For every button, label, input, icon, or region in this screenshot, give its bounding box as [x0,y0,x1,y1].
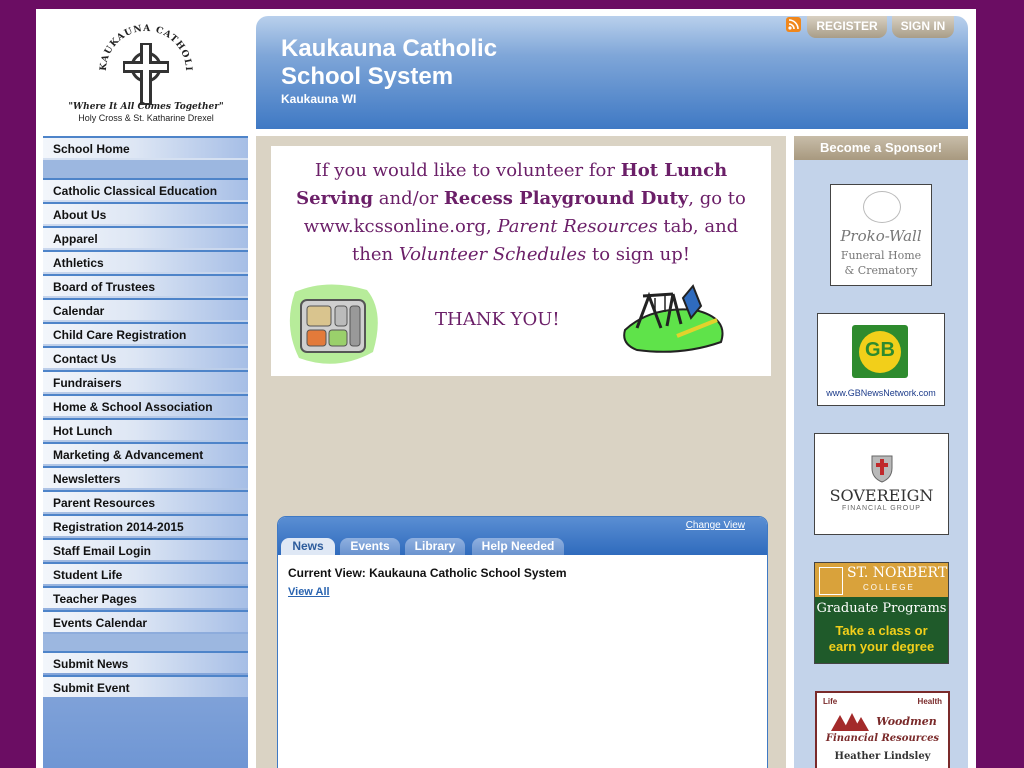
sponsor-sovereign-ad[interactable]: SOVEREIGN FINANCIAL GROUP [814,433,949,535]
nav-item-submit-news[interactable]: Submit News [43,651,248,673]
nav-item-fundraisers[interactable]: Fundraisers [43,370,248,392]
banner-text: then [352,244,399,265]
nav-item-contact-us[interactable]: Contact Us [43,346,248,368]
logo-seal-text: KAUKAUNA CATHOLIC SCHOOL SYSTEM [39,9,193,72]
banner-text: to sign up! [586,244,690,265]
tab-news[interactable]: News [281,538,335,555]
nav-item-marketing-advancement[interactable]: Marketing & Advancement [43,442,248,464]
banner-italic: Parent Resources [497,216,658,237]
nav-item-calendar[interactable]: Calendar [43,298,248,320]
stnorbert-cta2: earn your degree [828,639,935,654]
nav-item-parent-resources[interactable]: Parent Resources [43,490,248,512]
sponsor-gbnews-ad[interactable]: GB www.GBNewsNetwork.com [817,313,945,406]
school-logo[interactable]: KAUKAUNA CATHOLIC SCHOOL SYSTEM "Where I… [39,9,248,132]
banner-line-2: Serving and/or Recess Playground Duty, g… [271,188,771,209]
sign-in-button[interactable]: SIGN IN [892,16,954,38]
site-header: Kaukauna Catholic School System Kaukauna… [256,16,968,129]
nav-item-board-of-trustees[interactable]: Board of Trustees [43,274,248,296]
banner-highlight: Serving [296,188,374,209]
rss-icon[interactable] [786,17,801,32]
nav-item-newsletters[interactable]: Newsletters [43,466,248,488]
become-sponsor-link[interactable]: Become a Sponsor! [794,136,968,160]
shield-icon [870,454,894,489]
thank-you-text: THANK YOU! [435,309,560,330]
prokowall-line2: Funeral Home [840,249,922,262]
sidebar-nav: School Home Catholic Classical Education… [43,136,248,768]
nav-item-child-care-registration[interactable]: Child Care Registration [43,322,248,344]
sovereign-sub: FINANCIAL GROUP [842,505,921,512]
cross-icon [123,43,169,105]
nav-school-home[interactable]: School Home [43,136,248,158]
banner-line-1: If you would like to volunteer for Hot L… [271,160,771,181]
banner-text: , go to [688,188,746,209]
banner-text: www.kcssonline.org, [303,216,498,237]
tab-events[interactable]: Events [340,538,400,555]
news-panel: Change View News Events Library Help Nee… [277,516,768,768]
svg-text:KAUKAUNA CATHOLIC SCHOOL SYSTE: KAUKAUNA CATHOLIC SCHOOL SYSTEM [44,9,193,72]
nav-divider [43,634,248,652]
nav-item-staff-email-login[interactable]: Staff Email Login [43,538,248,560]
tab-help-needed[interactable]: Help Needed [472,538,564,555]
nav-item-teacher-pages[interactable]: Teacher Pages [43,586,248,608]
stnorbert-college: COLLEGE [863,583,915,592]
gb-logo-text: GB [865,339,895,361]
gb-url: www.GBNewsNetwork.com [826,388,936,398]
woodmen-life: Life [823,697,838,706]
banner-text: If you would like to volunteer for [314,160,621,181]
stnorbert-crest-icon [819,567,843,595]
sponsor-woodmen-ad[interactable]: Life Health Woodmen Financial Resources … [815,691,950,768]
nav-divider [43,160,248,178]
stnorbert-cta1: Take a class or [835,623,928,638]
logo-schools: Holy Cross & St. Katharine Drexel [78,113,214,123]
banner-line-4: then Volunteer Schedules to sign up! [271,244,771,265]
nav-item-catholic-classical-education[interactable]: Catholic Classical Education [43,178,248,200]
prokowall-name: Proko-Wall [840,227,922,245]
main-content: If you would like to volunteer for Hot L… [256,136,786,768]
banner-line-3: www.kcssonline.org, Parent Resources tab… [271,216,771,237]
sovereign-name: SOVEREIGN [829,486,934,505]
nav-item-student-life[interactable]: Student Life [43,562,248,584]
nav-item-hot-lunch[interactable]: Hot Lunch [43,418,248,440]
logo-motto: "Where It All Comes Together" [68,102,223,112]
woodmen-person: Heather Lindsley [834,751,931,762]
banner-text: tab, and [657,216,739,237]
banner-text: and/or [373,188,444,209]
page: KAUKAUNA CATHOLIC SCHOOL SYSTEM "Where I… [36,9,976,768]
stnorbert-programs: Graduate Programs [816,601,947,616]
nav-item-events-calendar[interactable]: Events Calendar [43,610,248,632]
nav-item-registration[interactable]: Registration 2014-2015 [43,514,248,536]
woodmen-health: Health [917,697,942,706]
prokowall-emblem-icon [863,191,901,223]
stnorbert-name: ST. NORBERT [847,565,948,581]
banner-highlight: Recess Playground Duty [443,188,689,209]
lunch-tray-icon [287,282,383,373]
playground-icon [621,284,731,359]
sponsor-prokowall-ad[interactable]: Proko-Wall Funeral Home & Crematory [830,184,932,286]
prokowall-line3: & Crematory [844,264,918,277]
woodmen-name2: Financial Resources [825,733,940,744]
banner-italic: Volunteer Schedules [398,244,587,265]
woodmen-name1: Woodmen [876,715,937,728]
register-button[interactable]: REGISTER [807,16,887,38]
gb-logo-icon: GB [852,325,908,378]
volunteer-banner[interactable]: If you would like to volunteer for Hot L… [271,146,771,376]
banner-highlight: Hot Lunch [620,160,728,181]
nav-item-apparel[interactable]: Apparel [43,226,248,248]
sponsor-column: Become a Sponsor! Proko-Wall Funeral Hom… [794,136,968,768]
nav-item-submit-event[interactable]: Submit Event [43,675,248,697]
nav-item-about-us[interactable]: About Us [43,202,248,224]
news-tabs-bar: Change View News Events Library Help Nee… [278,517,767,555]
stnorbert-header: ST. NORBERT COLLEGE [815,563,948,597]
site-location: Kaukauna WI [281,92,357,106]
tab-library[interactable]: Library [405,538,465,555]
change-view-link[interactable]: Change View [686,520,745,531]
view-all-link[interactable]: View All [288,586,330,598]
site-title[interactable]: Kaukauna Catholic School System [281,35,561,91]
nav-item-home-school-association[interactable]: Home & School Association [43,394,248,416]
sponsor-stnorbert-ad[interactable]: ST. NORBERT COLLEGE Graduate Programs Ta… [814,562,949,664]
current-view-label: Current View: Kaukauna Catholic School S… [288,566,567,580]
nav-item-athletics[interactable]: Athletics [43,250,248,272]
